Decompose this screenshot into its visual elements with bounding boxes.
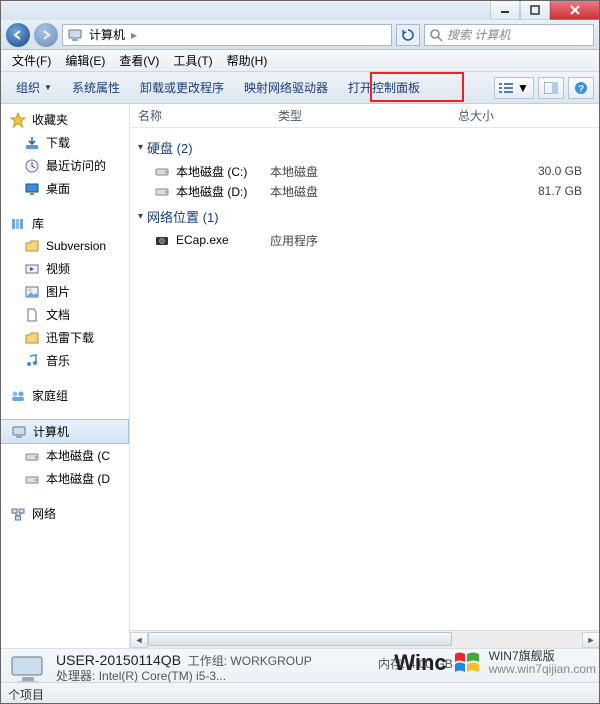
sidebar-item-libraries[interactable]: 库 xyxy=(0,212,129,235)
menu-bar: 文件(F) 编辑(E) 查看(V) 工具(T) 帮助(H) xyxy=(0,50,600,72)
menu-help[interactable]: 帮助(H) xyxy=(221,50,274,71)
column-size[interactable]: 总大小 xyxy=(450,107,600,124)
video-icon xyxy=(24,261,40,277)
list-item[interactable]: 本地磁盘 (C:) 本地磁盘 30.0 GB xyxy=(130,161,600,181)
chevron-down-icon: ▼ xyxy=(517,81,529,95)
folder-icon xyxy=(24,238,40,254)
maximize-button[interactable] xyxy=(520,0,550,20)
close-button[interactable] xyxy=(550,0,600,20)
view-mode-button[interactable]: ▼ xyxy=(494,77,534,99)
minimize-button[interactable] xyxy=(490,0,520,20)
column-type[interactable]: 类型 xyxy=(270,107,450,124)
computer-icon xyxy=(67,27,83,43)
scrollbar-track[interactable] xyxy=(148,632,582,648)
drive-icon xyxy=(154,163,170,179)
sidebar-item-desktop[interactable]: 桌面 xyxy=(0,177,129,200)
address-location: 计算机 xyxy=(89,26,125,43)
column-name[interactable]: 名称 xyxy=(130,107,270,124)
menu-tools[interactable]: 工具(T) xyxy=(167,50,218,71)
list-item[interactable]: ECap.exe 应用程序 xyxy=(130,230,600,250)
sidebar-item-network[interactable]: 网络 xyxy=(0,502,129,525)
search-icon xyxy=(429,28,443,42)
column-headers: 名称 类型 总大小 xyxy=(130,104,600,128)
list-item[interactable]: 本地磁盘 (D:) 本地磁盘 81.7 GB xyxy=(130,181,600,201)
toolbar: 组织▼ 系统属性 卸载或更改程序 映射网络驱动器 打开控制面板 ▼ ? xyxy=(0,72,600,104)
status-bar: 个项目 xyxy=(0,682,600,704)
title-bar xyxy=(0,0,600,20)
sidebar-item-videos[interactable]: 视频 xyxy=(0,257,129,280)
sidebar-item-drive-c[interactable]: 本地磁盘 (C xyxy=(0,444,129,467)
preview-pane-button[interactable] xyxy=(538,77,564,99)
address-bar: 计算机 ▸ 搜索 计算机 xyxy=(0,20,600,50)
status-text: 个项目 xyxy=(8,688,44,702)
sidebar-item-favorites[interactable]: 收藏夹 xyxy=(0,108,129,131)
desktop-icon xyxy=(24,181,40,197)
search-box[interactable]: 搜索 计算机 xyxy=(424,24,594,46)
scroll-left-button[interactable]: ◄ xyxy=(130,632,148,648)
sidebar-item-music[interactable]: 音乐 xyxy=(0,349,129,372)
homegroup-icon xyxy=(10,388,26,404)
horizontal-scrollbar[interactable]: ◄ ► xyxy=(130,630,600,648)
navigation-pane: 收藏夹 下载 最近访问的 桌面 库 Subversion xyxy=(0,104,130,648)
recent-icon xyxy=(24,158,40,174)
sidebar-item-homegroup[interactable]: 家庭组 xyxy=(0,384,129,407)
sidebar-item-pictures[interactable]: 图片 xyxy=(0,280,129,303)
scrollbar-thumb[interactable] xyxy=(148,632,452,646)
sidebar-item-computer[interactable]: 计算机 xyxy=(0,419,129,444)
address-box[interactable]: 计算机 ▸ xyxy=(62,24,392,46)
refresh-button[interactable] xyxy=(396,24,420,46)
sidebar-item-drive-d[interactable]: 本地磁盘 (D xyxy=(0,467,129,490)
group-header-hdd[interactable]: ▾ 硬盘 (2) xyxy=(130,132,600,161)
organize-button[interactable]: 组织▼ xyxy=(6,75,62,100)
camera-icon xyxy=(154,232,170,248)
open-control-panel-button[interactable]: 打开控制面板 xyxy=(338,75,430,100)
system-properties-button[interactable]: 系统属性 xyxy=(62,75,130,100)
main-area: 收藏夹 下载 最近访问的 桌面 库 Subversion xyxy=(0,104,600,648)
drive-icon xyxy=(24,448,40,464)
menu-edit[interactable]: 编辑(E) xyxy=(59,50,111,71)
forward-button[interactable] xyxy=(34,23,58,47)
map-network-drive-button[interactable]: 映射网络驱动器 xyxy=(234,75,338,100)
star-icon xyxy=(10,112,26,128)
network-icon xyxy=(10,506,26,522)
help-button[interactable]: ? xyxy=(568,77,594,99)
uninstall-programs-button[interactable]: 卸载或更改程序 xyxy=(130,75,234,100)
windows-logo-icon xyxy=(453,650,483,676)
sidebar-item-xunlei[interactable]: 迅雷下载 xyxy=(0,326,129,349)
file-list-pane: 名称 类型 总大小 ▾ 硬盘 (2) 本地磁盘 (C:) 本地磁盘 30.0 G… xyxy=(130,104,600,648)
back-button[interactable] xyxy=(6,23,30,47)
folder-icon xyxy=(24,330,40,346)
details-title: USER-20150114QB xyxy=(56,652,181,668)
drive-icon xyxy=(24,471,40,487)
sidebar-item-downloads[interactable]: 下载 xyxy=(0,131,129,154)
library-icon xyxy=(10,216,26,232)
watermark: Winc WIN7旗舰版www.win7qijian.com xyxy=(394,650,596,676)
drive-icon xyxy=(154,183,170,199)
sidebar-item-recent[interactable]: 最近访问的 xyxy=(0,154,129,177)
computer-icon xyxy=(11,424,27,440)
picture-icon xyxy=(24,284,40,300)
computer-icon xyxy=(8,653,48,685)
menu-view[interactable]: 查看(V) xyxy=(113,50,165,71)
menu-file[interactable]: 文件(F) xyxy=(6,50,57,71)
chevron-down-icon: ▼ xyxy=(44,83,52,92)
sidebar-item-subversion[interactable]: Subversion xyxy=(0,235,129,257)
breadcrumb-separator: ▸ xyxy=(131,28,137,42)
download-icon xyxy=(24,135,40,151)
search-placeholder: 搜索 计算机 xyxy=(447,26,510,43)
group-header-network-location[interactable]: ▾ 网络位置 (1) xyxy=(130,201,600,230)
sidebar-item-documents[interactable]: 文档 xyxy=(0,303,129,326)
collapse-icon: ▾ xyxy=(138,211,143,222)
document-icon xyxy=(24,307,40,323)
svg-text:?: ? xyxy=(578,84,584,95)
music-icon xyxy=(24,353,40,369)
scroll-right-button[interactable]: ► xyxy=(582,632,600,648)
collapse-icon: ▾ xyxy=(138,142,143,153)
